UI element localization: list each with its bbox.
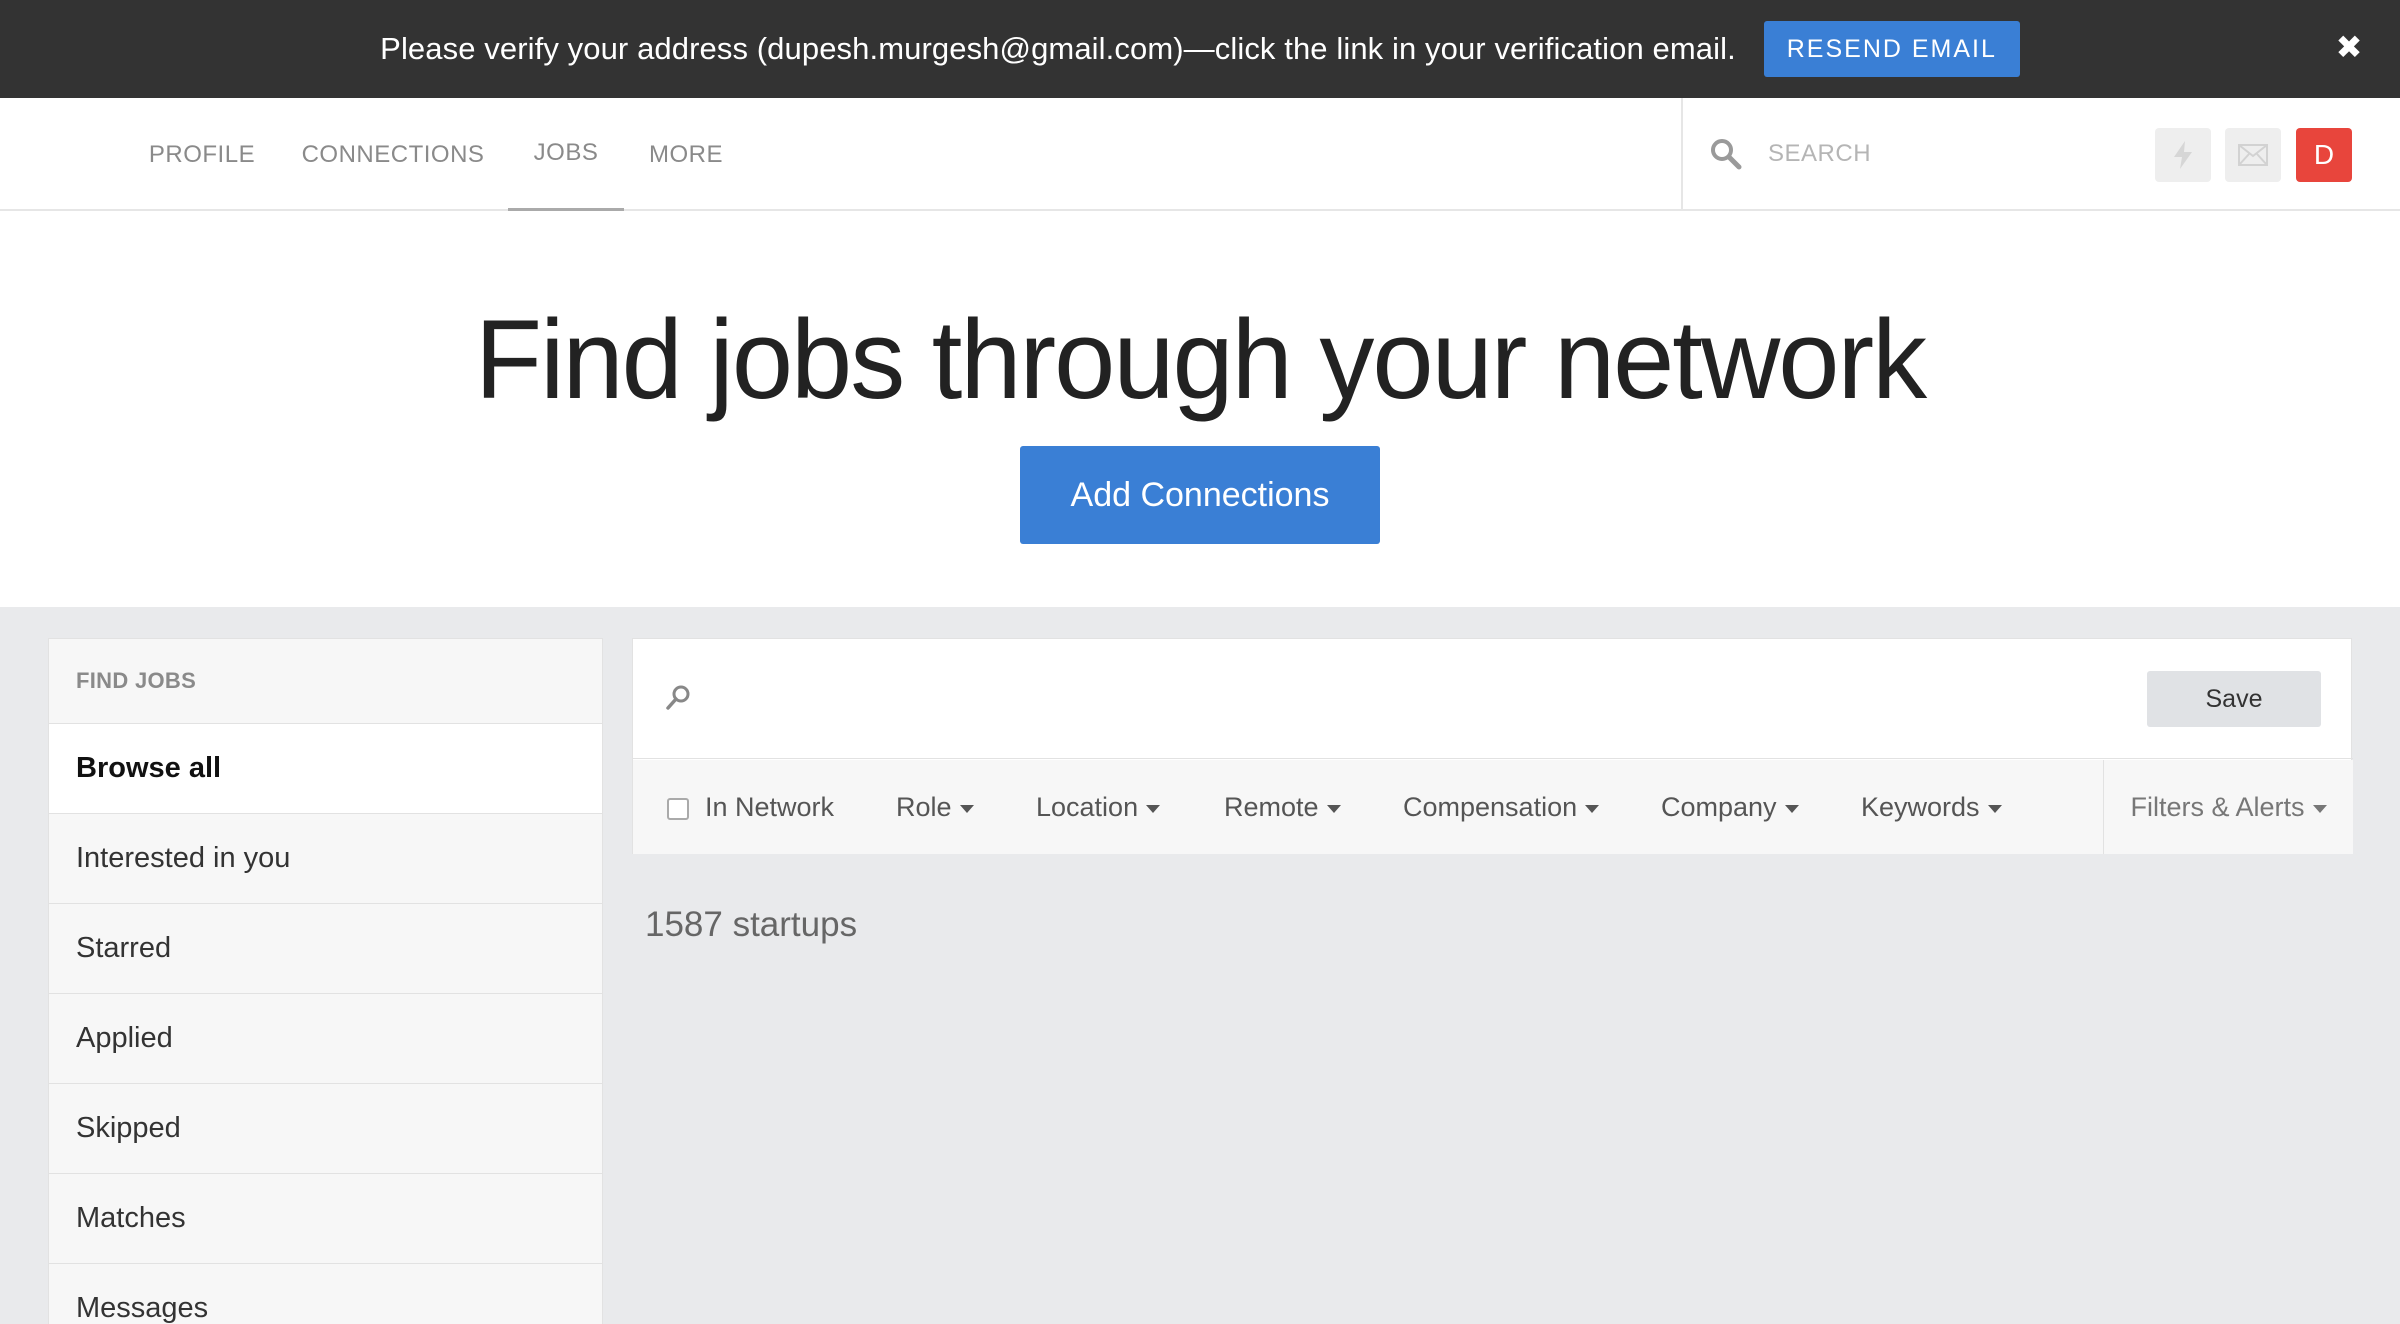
verification-banner: Please verify your address (dupesh.murge… bbox=[0, 0, 2400, 98]
remote-filter-label: Remote bbox=[1224, 791, 1319, 822]
keywords-filter-label: Keywords bbox=[1861, 791, 1980, 822]
save-search-button[interactable]: Save bbox=[2147, 671, 2321, 727]
role-filter-label: Role bbox=[896, 791, 952, 822]
verification-message: Please verify your address (dupesh.murge… bbox=[380, 31, 1736, 66]
avatar[interactable]: D bbox=[2296, 128, 2352, 182]
magnifier-icon bbox=[666, 685, 690, 710]
nav-divider bbox=[1681, 98, 1683, 211]
compensation-filter-label: Compensation bbox=[1403, 791, 1578, 822]
query-row: Save bbox=[633, 639, 2353, 759]
sidebar-item-matches[interactable]: Matches bbox=[49, 1174, 602, 1264]
caret-down-icon bbox=[959, 805, 974, 813]
close-icon[interactable]: ✖ bbox=[2334, 31, 2364, 63]
filter-bar: In Network Role Location Remote Compensa… bbox=[633, 760, 2353, 854]
filters-alerts-label: Filters & Alerts bbox=[2130, 791, 2305, 822]
tab-connections[interactable]: CONNECTIONS bbox=[290, 98, 496, 211]
messages-button[interactable] bbox=[2225, 128, 2281, 182]
in-network-filter[interactable]: In Network bbox=[667, 760, 834, 854]
caret-down-icon bbox=[1146, 805, 1161, 813]
in-network-label: In Network bbox=[705, 791, 835, 822]
page-title: Find jobs through your network bbox=[474, 296, 1927, 423]
lightning-icon bbox=[2174, 141, 2192, 169]
search-input[interactable] bbox=[1768, 128, 2088, 180]
caret-down-icon bbox=[2312, 805, 2327, 813]
job-search-panel: Save In Network Role Location Remote Com… bbox=[632, 638, 2353, 854]
role-filter[interactable]: Role bbox=[896, 760, 974, 854]
location-filter-label: Location bbox=[1036, 791, 1139, 822]
caret-down-icon bbox=[1987, 805, 2002, 813]
mail-icon bbox=[2238, 144, 2268, 166]
tab-profile[interactable]: PROFILE bbox=[132, 98, 272, 211]
filters-alerts-dropdown[interactable]: Filters & Alerts bbox=[2103, 760, 2353, 854]
caret-down-icon bbox=[1585, 805, 1600, 813]
sidebar-item-starred[interactable]: Starred bbox=[49, 904, 602, 994]
resend-email-button[interactable]: RESEND EMAIL bbox=[1763, 21, 2020, 77]
sidebar-header: FIND JOBS bbox=[49, 639, 602, 724]
tab-jobs[interactable]: JOBS bbox=[508, 98, 624, 211]
find-jobs-sidebar: FIND JOBS Browse all Interested in you S… bbox=[48, 638, 603, 1324]
keywords-filter[interactable]: Keywords bbox=[1861, 760, 2002, 854]
company-filter[interactable]: Company bbox=[1661, 760, 1799, 854]
top-navigation: PROFILE CONNECTIONS JOBS MORE D bbox=[0, 98, 2400, 211]
tab-more[interactable]: MORE bbox=[636, 98, 736, 211]
add-connections-button[interactable]: Add Connections bbox=[1020, 446, 1380, 544]
compensation-filter[interactable]: Compensation bbox=[1403, 760, 1600, 854]
caret-down-icon bbox=[1784, 805, 1799, 813]
sidebar-item-messages[interactable]: Messages bbox=[49, 1264, 602, 1324]
sidebar-item-interested-in-you[interactable]: Interested in you bbox=[49, 814, 602, 904]
location-filter[interactable]: Location bbox=[1036, 760, 1161, 854]
results-count: 1587 startups bbox=[645, 905, 858, 944]
in-network-checkbox[interactable] bbox=[667, 798, 689, 820]
company-filter-label: Company bbox=[1661, 791, 1777, 822]
sidebar-item-browse-all[interactable]: Browse all bbox=[49, 724, 602, 814]
sidebar-item-applied[interactable]: Applied bbox=[49, 994, 602, 1084]
notifications-button[interactable] bbox=[2155, 128, 2211, 182]
job-query-input[interactable] bbox=[713, 673, 2113, 725]
sidebar-item-skipped[interactable]: Skipped bbox=[49, 1084, 602, 1174]
caret-down-icon bbox=[1326, 805, 1341, 813]
search-icon bbox=[1711, 139, 1742, 170]
remote-filter[interactable]: Remote bbox=[1224, 760, 1341, 854]
hero-section: Find jobs through your network Add Conne… bbox=[0, 211, 2400, 607]
